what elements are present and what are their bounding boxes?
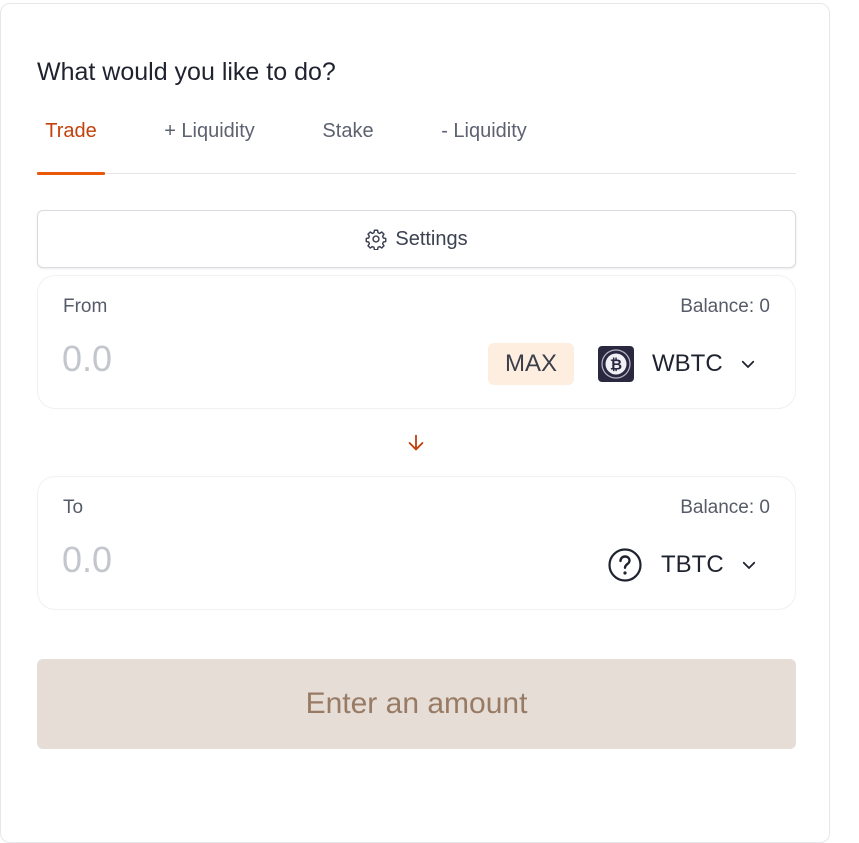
tab-remove-liquidity[interactable]: - Liquidity	[434, 104, 534, 174]
from-label: From	[63, 296, 108, 317]
from-balance: Balance: 0	[680, 296, 770, 317]
tab-add-liquidity[interactable]: + Liquidity	[157, 104, 262, 174]
from-token-select[interactable]: ₿ WBTC	[598, 342, 757, 386]
chevron-down-icon	[740, 556, 758, 574]
svg-text:₿: ₿	[610, 356, 622, 374]
page-title: What would you like to do?	[37, 58, 336, 86]
chevron-down-icon	[739, 355, 757, 373]
enter-amount-button[interactable]: Enter an amount	[37, 659, 796, 749]
tab-trade[interactable]: Trade	[37, 104, 105, 175]
to-token-symbol: TBTC	[661, 551, 724, 578]
to-token-select[interactable]: TBTC	[607, 543, 758, 587]
max-button[interactable]: MAX	[488, 343, 574, 385]
from-panel: From Balance: 0 MAX ₿ WBTC	[37, 275, 796, 409]
tab-stake[interactable]: Stake	[319, 104, 377, 174]
from-amount-input[interactable]	[62, 338, 362, 380]
gear-icon	[365, 228, 387, 250]
to-amount-input[interactable]	[62, 539, 362, 581]
trade-card: What would you like to do? Trade + Liqui…	[0, 3, 830, 843]
question-circle-icon	[607, 547, 643, 583]
wbtc-token-icon: ₿	[598, 346, 634, 382]
settings-button[interactable]: Settings	[37, 210, 796, 268]
arrow-down-icon[interactable]	[405, 432, 427, 454]
to-label: To	[63, 497, 84, 518]
to-balance: Balance: 0	[680, 497, 770, 518]
to-panel: To Balance: 0 TBTC	[37, 476, 796, 610]
settings-label: Settings	[395, 227, 468, 250]
from-token-symbol: WBTC	[652, 350, 723, 377]
action-tabs: Trade + Liquidity Stake - Liquidity	[37, 104, 796, 175]
